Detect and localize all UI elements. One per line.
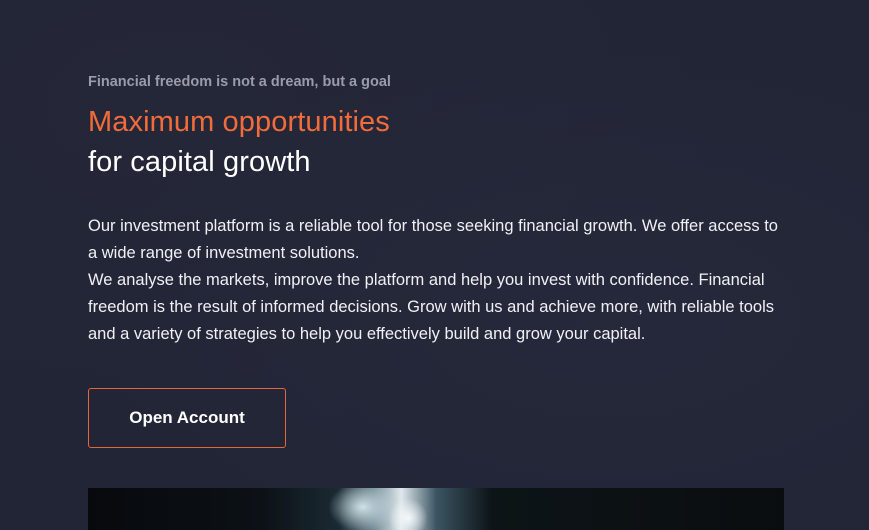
image-highlight: [388, 498, 428, 530]
hero-title: for capital growth: [88, 146, 311, 178]
hero-paragraph-1: Our investment platform is a reliable to…: [88, 217, 778, 262]
hero-description: Our investment platform is a reliable to…: [88, 213, 788, 348]
hero-eyebrow: Financial freedom is not a dream, but a …: [88, 74, 391, 90]
image-highlight: [328, 488, 398, 530]
hero-image: [88, 488, 784, 530]
open-account-button[interactable]: Open Account: [88, 388, 286, 448]
hero-title-accent: Maximum opportunities: [88, 106, 390, 138]
hero-paragraph-2: We analyse the markets, improve the plat…: [88, 271, 774, 343]
